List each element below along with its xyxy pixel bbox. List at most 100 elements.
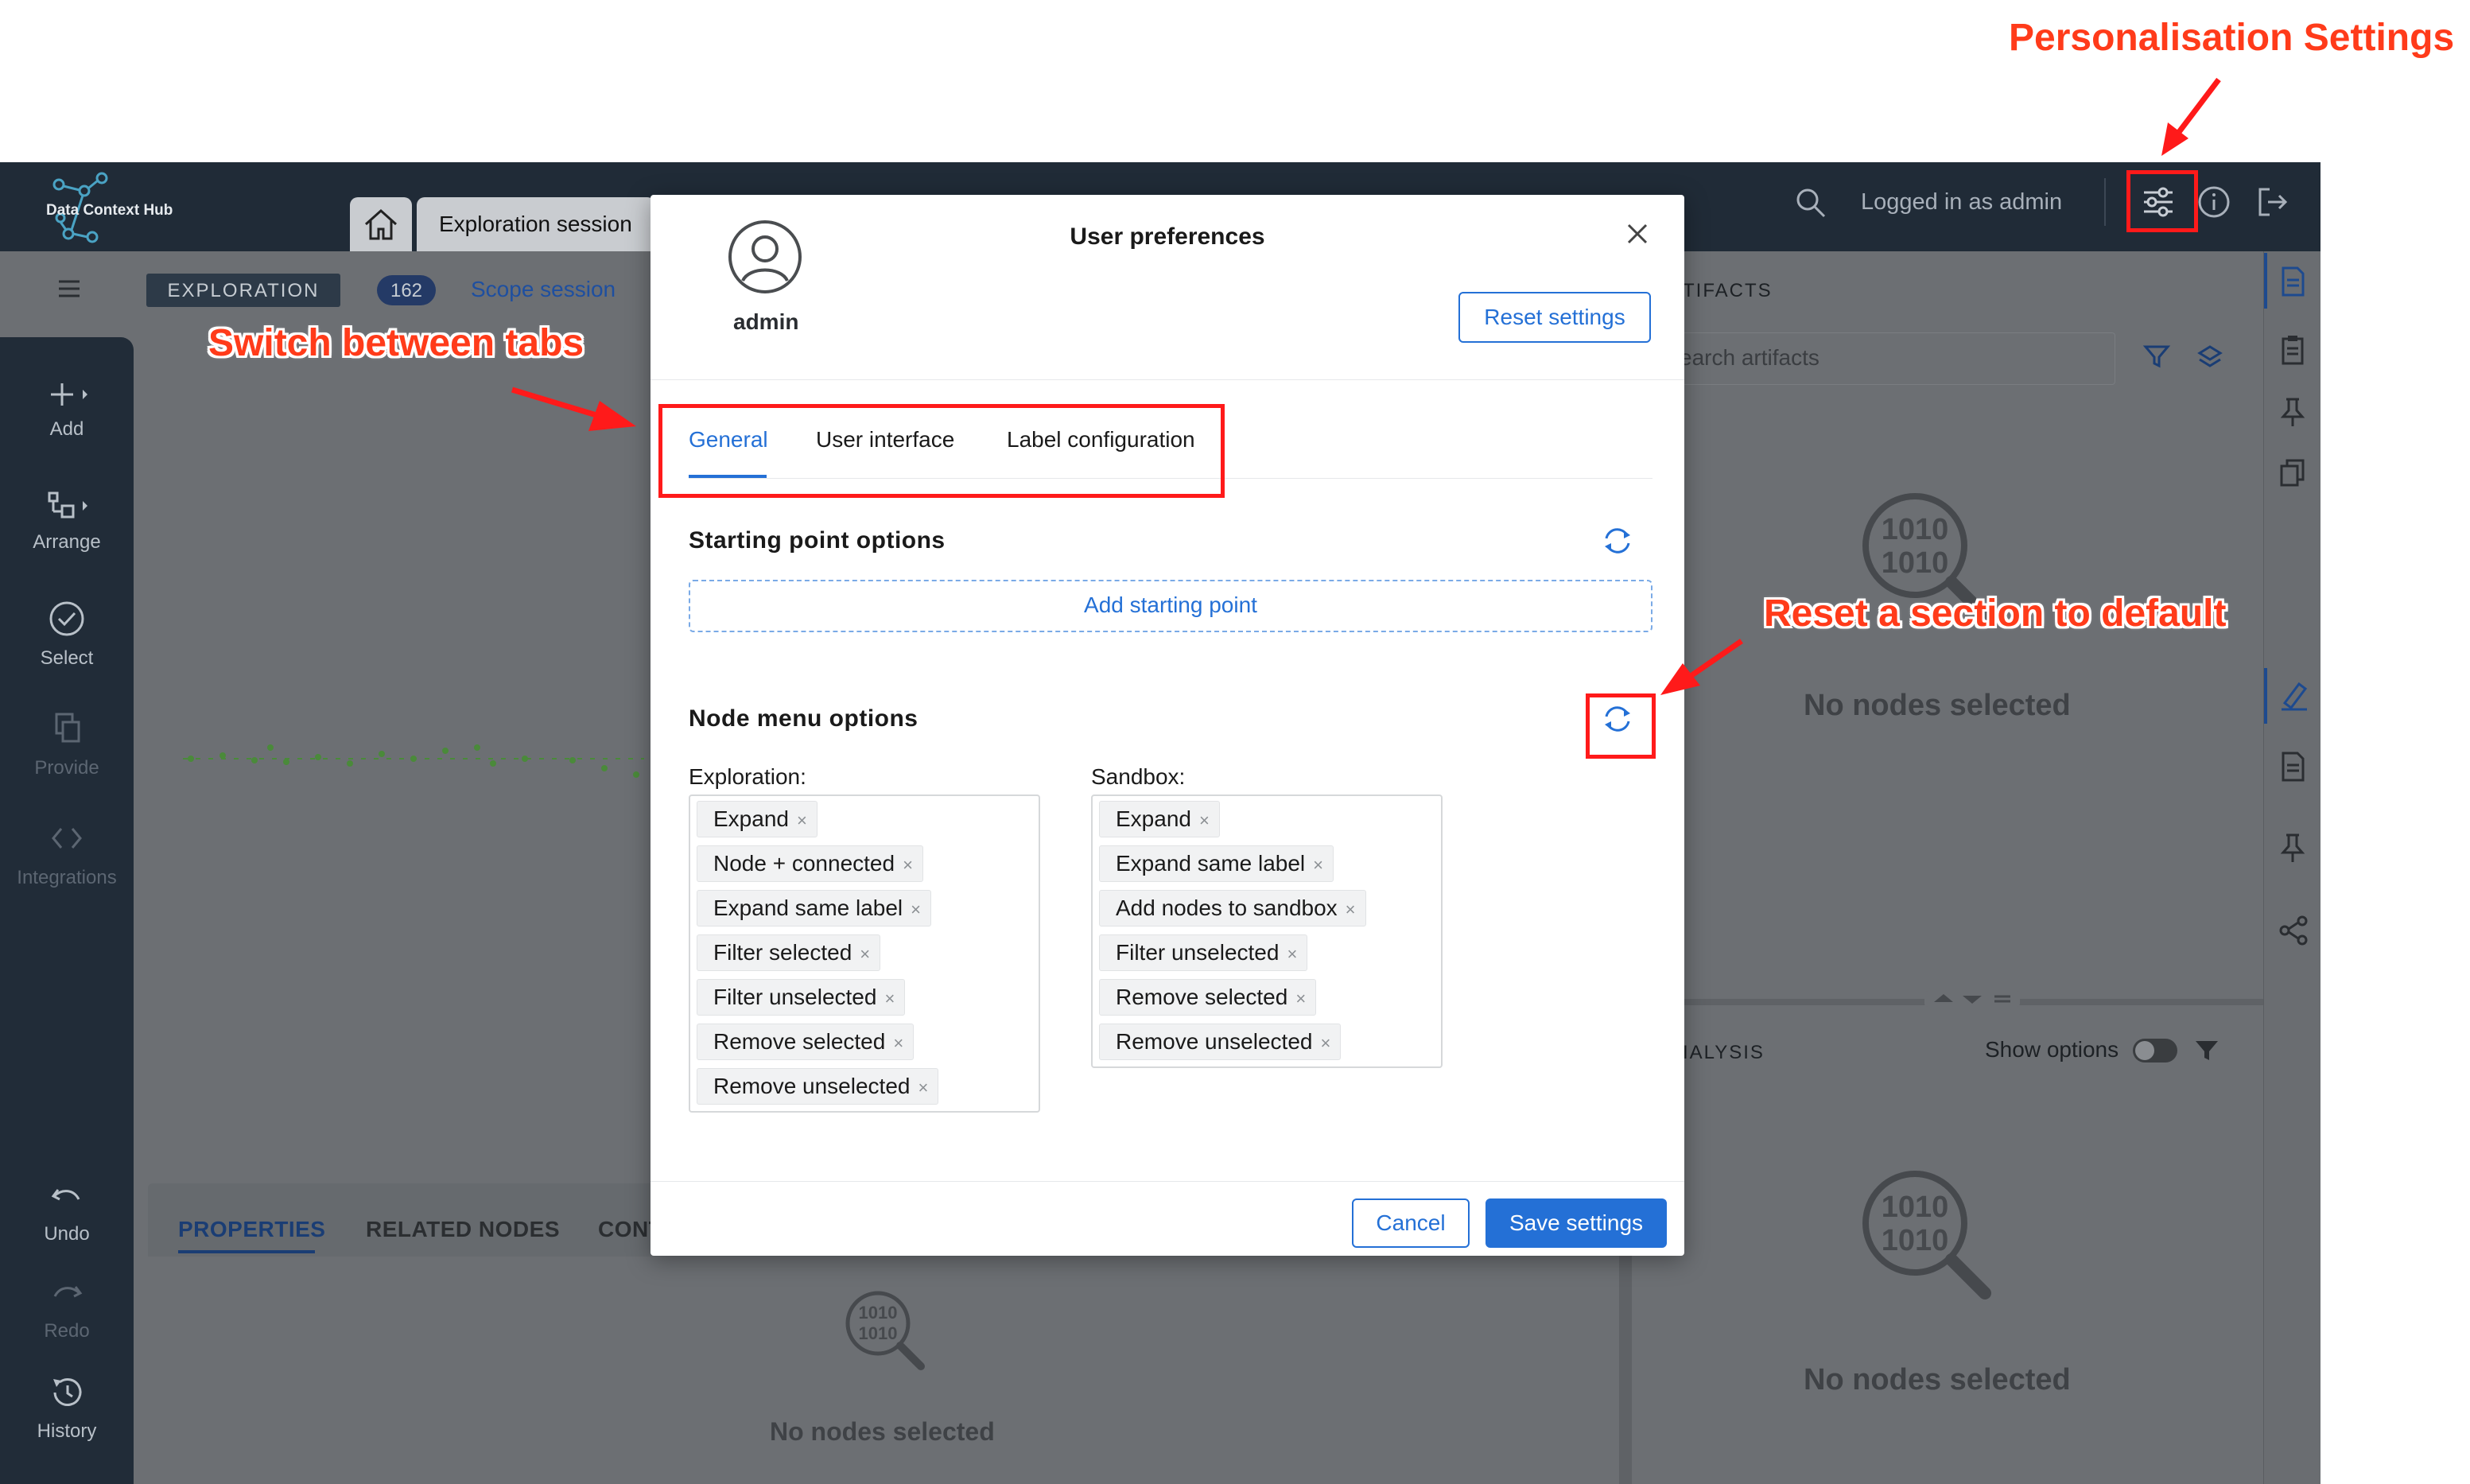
filter-icon[interactable] bbox=[2142, 342, 2171, 371]
tag-label: Remove selected bbox=[1116, 985, 1288, 1009]
show-options-toggle[interactable] bbox=[2133, 1039, 2177, 1062]
tag-remove-icon[interactable]: × bbox=[911, 899, 921, 919]
tag-remove-icon[interactable]: × bbox=[1199, 810, 1210, 830]
sidebar-item-select[interactable]: Select bbox=[0, 600, 134, 670]
save-settings-button[interactable]: Save settings bbox=[1485, 1198, 1667, 1248]
right-rail bbox=[2263, 251, 2320, 1484]
sidebar-label-provide: Provide bbox=[34, 757, 99, 779]
left-toolbar: Add Arrange Select Provide Integrations … bbox=[0, 337, 134, 1484]
search-icon[interactable] bbox=[1794, 186, 1827, 219]
graph-canvas[interactable] bbox=[175, 719, 652, 798]
tag-label: Filter unselected bbox=[1116, 940, 1280, 965]
cancel-button[interactable]: Cancel bbox=[1352, 1198, 1470, 1248]
mode-badge: EXPLORATION bbox=[146, 274, 340, 307]
sidebar-item-add[interactable]: Add bbox=[0, 380, 134, 441]
exploration-tag[interactable]: Remove selected × bbox=[697, 1024, 915, 1060]
analysis-filter-icon[interactable] bbox=[2193, 1037, 2220, 1064]
node-menu-title: Node menu options bbox=[689, 705, 918, 732]
sandbox-tag[interactable]: Expand × bbox=[1099, 801, 1220, 837]
sandbox-tag[interactable]: Remove unselected × bbox=[1099, 1024, 1342, 1060]
exploration-tag[interactable]: Remove unselected × bbox=[697, 1068, 939, 1105]
tag-remove-icon[interactable]: × bbox=[1287, 944, 1297, 964]
sidebar-label-arrange: Arrange bbox=[33, 531, 101, 553]
document-icon-2[interactable] bbox=[2278, 751, 2307, 783]
document-icon[interactable] bbox=[2278, 266, 2307, 297]
check-circle-icon bbox=[49, 601, 84, 636]
tag-remove-icon[interactable]: × bbox=[797, 810, 807, 830]
scope-session-link[interactable]: Scope session bbox=[471, 277, 616, 302]
artifacts-empty-text: No nodes selected bbox=[1804, 689, 2071, 722]
pin-icon[interactable] bbox=[2278, 396, 2307, 428]
exploration-tag[interactable]: Filter selected × bbox=[697, 934, 881, 971]
annotation-arrow-reset-section bbox=[1660, 639, 1743, 695]
pin-icon-2[interactable] bbox=[2278, 832, 2307, 864]
annotation-arrow-switch-tabs bbox=[511, 387, 636, 431]
exploration-tag[interactable]: Expand same label × bbox=[697, 890, 932, 927]
artifact-search-placeholder: earch artifacts bbox=[1680, 345, 1819, 370]
menu-icon[interactable] bbox=[57, 278, 81, 299]
exploration-tag[interactable]: Expand × bbox=[697, 801, 818, 837]
exploration-tag[interactable]: Node + connected × bbox=[697, 845, 923, 882]
binary-text-1: 1010 bbox=[1882, 513, 1949, 546]
sidebar-item-history[interactable]: History bbox=[0, 1374, 134, 1443]
reset-settings-button[interactable]: Reset settings bbox=[1458, 292, 1651, 343]
tag-remove-icon[interactable]: × bbox=[860, 944, 870, 964]
binary-text-5: 1010 bbox=[859, 1303, 898, 1323]
home-tab[interactable] bbox=[350, 197, 412, 251]
layers-icon[interactable] bbox=[2196, 344, 2223, 371]
info-icon[interactable] bbox=[2196, 185, 2231, 219]
tag-remove-icon[interactable]: × bbox=[918, 1078, 928, 1097]
sidebar-label-undo: Undo bbox=[44, 1223, 90, 1245]
tag-remove-icon[interactable]: × bbox=[1320, 1033, 1330, 1053]
clipboard-icon[interactable] bbox=[2278, 334, 2307, 366]
tag-remove-icon[interactable]: × bbox=[1346, 899, 1356, 919]
tag-remove-icon[interactable]: × bbox=[903, 855, 913, 875]
sandbox-select[interactable]: Expand × Expand same label × Add nodes to … bbox=[1091, 794, 1443, 1068]
tag-remove-icon[interactable]: × bbox=[884, 989, 895, 1008]
arrange-icon bbox=[48, 491, 87, 519]
sidebar-label-integrations: Integrations bbox=[17, 867, 117, 888]
sandbox-tag[interactable]: Add nodes to sandbox × bbox=[1099, 890, 1366, 927]
code-icon bbox=[52, 828, 82, 849]
reset-section-icon[interactable] bbox=[1602, 526, 1633, 556]
close-icon[interactable] bbox=[1625, 222, 1649, 246]
sidebar-item-redo[interactable]: Redo bbox=[0, 1279, 134, 1342]
tag-remove-icon[interactable]: × bbox=[893, 1033, 903, 1053]
tag-label: Node + connected bbox=[713, 851, 895, 876]
splitter-arrows-icon[interactable] bbox=[1924, 989, 2020, 1008]
dialog-title: User preferences bbox=[1070, 223, 1265, 250]
header-divider bbox=[651, 379, 1684, 380]
sandbox-label: Sandbox: bbox=[1091, 764, 1186, 789]
copy-icon[interactable] bbox=[2278, 456, 2307, 488]
tag-label: Remove unselected bbox=[1116, 1029, 1313, 1054]
copy-icon bbox=[55, 713, 80, 743]
tag-remove-icon[interactable]: × bbox=[1313, 855, 1323, 875]
tab-related-nodes[interactable]: RELATED NODES bbox=[366, 1217, 560, 1242]
sandbox-tag[interactable]: Filter unselected × bbox=[1099, 934, 1308, 971]
sidebar-item-undo[interactable]: Undo bbox=[0, 1182, 134, 1245]
logout-icon[interactable] bbox=[2255, 185, 2290, 219]
sandbox-tag[interactable]: Expand same label × bbox=[1099, 845, 1334, 882]
sidebar-item-provide[interactable]: Provide bbox=[0, 709, 134, 779]
exploration-tag[interactable]: Filter unselected × bbox=[697, 979, 906, 1016]
tab-exploration-session[interactable]: Exploration session bbox=[417, 197, 655, 251]
add-starting-point-button[interactable]: Add starting point bbox=[689, 580, 1652, 632]
screenshot-root: Personalisation Settings Data Context Hu… bbox=[0, 0, 2470, 1484]
tag-label: Add nodes to sandbox bbox=[1116, 895, 1338, 920]
tag-label: Expand same label bbox=[713, 895, 903, 920]
undo-icon bbox=[51, 1189, 80, 1201]
app-logo-text: Data Context Hub bbox=[46, 202, 173, 219]
share-icon[interactable] bbox=[2278, 915, 2310, 946]
tab-properties[interactable]: PROPERTIES bbox=[178, 1217, 325, 1242]
sidebar-item-arrange[interactable]: Arrange bbox=[0, 490, 134, 554]
sandbox-tag[interactable]: Remove selected × bbox=[1099, 979, 1317, 1016]
annotation-box-personalisation bbox=[2126, 170, 2198, 232]
topbar-divider bbox=[2104, 178, 2106, 226]
exploration-select[interactable]: Expand × Node + connected × Expand same la… bbox=[689, 794, 1040, 1113]
footer-divider bbox=[651, 1181, 1684, 1182]
tab-properties-underline bbox=[178, 1250, 315, 1253]
artifacts-panel-title: TIFACTS bbox=[1683, 280, 1773, 301]
sidebar-item-integrations[interactable]: Integrations bbox=[0, 819, 134, 889]
analysis-flask-icon[interactable] bbox=[2278, 679, 2310, 711]
tag-remove-icon[interactable]: × bbox=[1295, 989, 1306, 1008]
